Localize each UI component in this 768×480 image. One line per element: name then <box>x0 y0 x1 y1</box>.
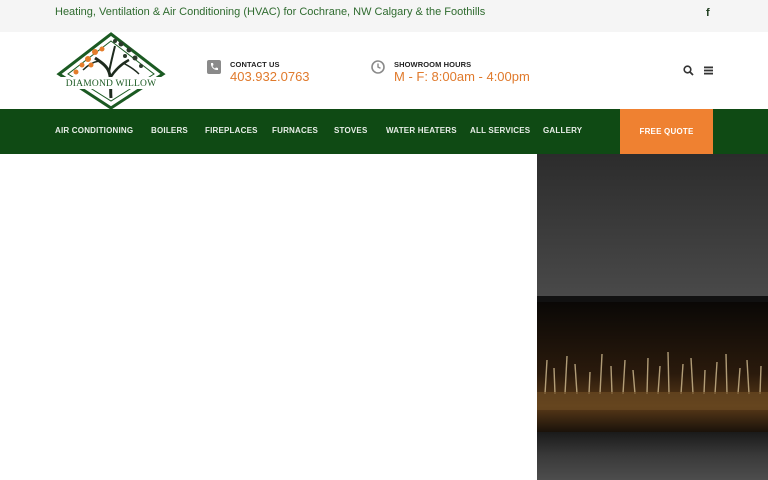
facebook-icon[interactable]: f <box>706 7 710 19</box>
nav-item-gallery[interactable]: GALLERY <box>543 126 582 135</box>
contact-label: CONTACT US <box>230 60 280 69</box>
tagline: Heating, Ventilation & Air Conditioning … <box>55 6 486 18</box>
search-icon[interactable] <box>683 65 694 76</box>
nav-item-all-services[interactable]: ALL SERVICES <box>470 126 530 135</box>
nav-item-boilers[interactable]: BOILERS <box>151 126 188 135</box>
hours-value: M - F: 8:00am - 4:00pm <box>394 69 530 84</box>
nav-item-fireplaces[interactable]: FIREPLACES <box>205 126 258 135</box>
contact-phone[interactable]: 403.932.0763 <box>230 69 310 84</box>
free-quote-button[interactable]: FREE QUOTE <box>620 109 713 154</box>
nav-item-furnaces[interactable]: FURNACES <box>272 126 318 135</box>
site-header: DIAMOND WILLOW CONTACT US 403.932.0763 S… <box>0 32 768 110</box>
phone-icon <box>207 60 221 74</box>
nav-item-water-heaters[interactable]: WATER HEATERS <box>386 126 457 135</box>
logo[interactable]: DIAMOND WILLOW <box>55 32 167 110</box>
nav-item-air-conditioning[interactable]: AIR CONDITIONING <box>55 126 133 135</box>
main-nav: AIR CONDITIONING BOILERS FIREPLACES FURN… <box>0 109 768 154</box>
top-bar: Heating, Ventilation & Air Conditioning … <box>0 0 768 32</box>
clock-icon <box>371 60 385 74</box>
diamond-willow-logo-icon <box>55 32 167 110</box>
menu-icon[interactable] <box>704 66 713 75</box>
nav-item-stoves[interactable]: STOVES <box>334 126 368 135</box>
logo-text: DIAMOND WILLOW <box>65 79 157 89</box>
hours-label: SHOWROOM HOURS <box>394 60 472 69</box>
fireplace-image <box>537 154 768 480</box>
hero-content-area <box>0 154 537 480</box>
